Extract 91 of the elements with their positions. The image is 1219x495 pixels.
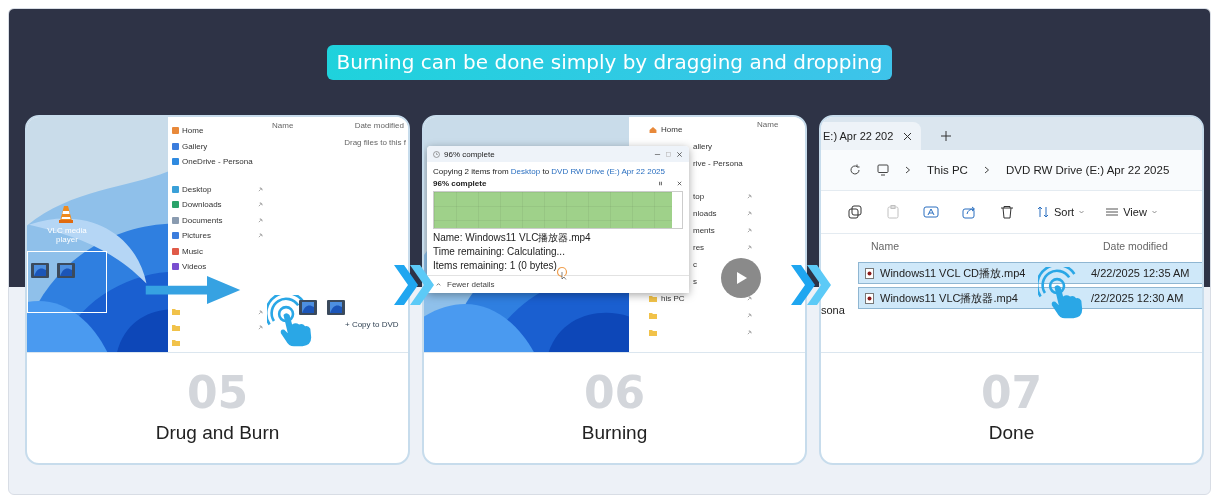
play-icon: [734, 271, 748, 285]
home-icon: [649, 126, 657, 133]
file-name: Windows11 VCL CD播放.mp4: [880, 265, 1026, 281]
sort-menu[interactable]: Sort: [1037, 206, 1085, 218]
headline: Burning can be done simply by dragging and dropping: [326, 45, 893, 80]
caret-up-icon: [435, 281, 442, 288]
detail-line: Items remaining: 1 (0 bytes): [433, 260, 558, 271]
browser-tab[interactable]: E:) Apr 22 202: [821, 122, 921, 150]
empty-folder-hint: Drag files to this f: [343, 137, 407, 147]
date-modified: /22/2025 12:30 AM: [1091, 292, 1185, 304]
column-header[interactable]: Name: [757, 120, 779, 129]
step-label: Done: [988, 422, 1035, 444]
fewer-details-toggle[interactable]: Fewer details: [427, 275, 689, 293]
clock-icon: [433, 150, 440, 158]
progress-heading: 96% complete: [433, 179, 488, 188]
column-header[interactable]: Name: [272, 121, 294, 130]
date-modified: 4/22/2025 12:35 AM: [1091, 267, 1191, 279]
file-name: Windows11 VLC播放器.mp4: [880, 290, 1018, 306]
pin-icon: [258, 233, 263, 239]
column-header[interactable]: Name: [871, 240, 1103, 252]
nav-item[interactable]: Home: [629, 121, 757, 138]
pin-icon: [258, 309, 263, 315]
folder-icon: [649, 329, 657, 336]
pin-icon: [747, 296, 752, 301]
nav-item[interactable]: Videos: [168, 259, 268, 275]
nav-item[interactable]: OneDrive - Persona: [168, 154, 268, 170]
nav-item[interactable]: top: [629, 188, 757, 205]
nav-item[interactable]: res: [629, 239, 757, 256]
video-file-icon: [31, 263, 49, 278]
video-file-icon: [865, 267, 874, 279]
close-icon[interactable]: [903, 131, 913, 141]
folder-icon: [649, 295, 657, 302]
pin-icon: [258, 325, 263, 331]
folder-icon: [172, 340, 180, 347]
nav-item[interactable]: ments: [629, 222, 757, 239]
chevron-right-icon: [905, 166, 911, 174]
pin-icon: [747, 194, 752, 199]
pin-icon: [258, 202, 263, 208]
nav-item[interactable]: Music: [168, 243, 268, 259]
pin-icon: [258, 217, 263, 223]
view-menu[interactable]: View: [1106, 206, 1157, 218]
pin-icon: [747, 330, 752, 335]
video-file-icon: [327, 300, 345, 315]
nav-item[interactable]: his PC: [629, 290, 757, 307]
caret-down-icon: [1079, 210, 1085, 214]
video-file-icon: [865, 292, 874, 304]
close-icon[interactable]: [676, 180, 683, 187]
lines-icon: [1106, 206, 1119, 218]
step-label: Drug and Burn: [155, 422, 280, 444]
pin-icon: [747, 245, 752, 250]
chevron-right-icon: [983, 166, 990, 174]
column-header[interactable]: Date modified: [354, 121, 404, 130]
nav-item[interactable]: Documents: [168, 212, 268, 228]
drop-hint: + Copy to DVD: [345, 320, 399, 329]
pin-icon: [747, 228, 752, 233]
pause-icon[interactable]: [657, 180, 664, 187]
pin-icon: [747, 211, 752, 216]
breadcrumb-item[interactable]: This PC: [927, 164, 968, 176]
nav-item[interactable]: Gallery: [168, 138, 268, 154]
breadcrumb-item[interactable]: DVD RW Drive (E:) Apr 22 2025: [1005, 164, 1170, 176]
detail-line: Name: Windows11 VLC播放器.mp4: [433, 232, 592, 243]
sort-icon: [1037, 206, 1049, 218]
video-file-icon: [299, 300, 317, 315]
file-row[interactable]: Windows11 VLC播放器.mp4 /22/2025 12:30 AM: [859, 288, 1202, 308]
detail-line: Time remaining: Calculating...: [433, 246, 566, 257]
nav-item[interactable]: nloads: [629, 205, 757, 222]
video-file-icon: [57, 263, 75, 278]
step-label: Burning: [581, 422, 648, 444]
caret-down-icon: [1151, 210, 1157, 214]
toolbar-button[interactable]: [847, 204, 863, 220]
traffic-cone-icon: [59, 205, 73, 223]
nav-item[interactable]: Downloads: [168, 197, 268, 213]
file-row[interactable]: Windows11 VCL CD播放.mp4 4/22/2025 12:35 AM: [859, 263, 1202, 283]
desktop-icon-label: VLC media player: [46, 226, 88, 244]
pin-icon: [258, 186, 263, 192]
nav-item[interactable]: sona: [821, 304, 845, 316]
folder-icon: [649, 312, 657, 319]
nav-item[interactable]: Pictures: [168, 228, 268, 244]
copy-summary: Copying 2 items from Desktop to DVD RW Drive (E:) Apr 22 2025: [433, 167, 666, 176]
pin-icon: [747, 313, 752, 318]
destination-link[interactable]: DVD RW Drive (E:) Apr 22 2025: [551, 167, 665, 176]
source-link[interactable]: Desktop: [510, 167, 541, 176]
nav-item[interactable]: Desktop: [168, 181, 268, 197]
refresh-icon[interactable]: [849, 164, 861, 176]
column-header[interactable]: Date modified: [1103, 240, 1202, 252]
window-title: 96% complete: [444, 149, 495, 159]
monitor-icon[interactable]: [877, 164, 889, 176]
nav-item[interactable]: Home: [168, 123, 268, 139]
new-tab-icon[interactable]: [941, 131, 951, 141]
toolbar-button[interactable]: [999, 204, 1015, 220]
busy-cursor-icon: [556, 266, 568, 280]
